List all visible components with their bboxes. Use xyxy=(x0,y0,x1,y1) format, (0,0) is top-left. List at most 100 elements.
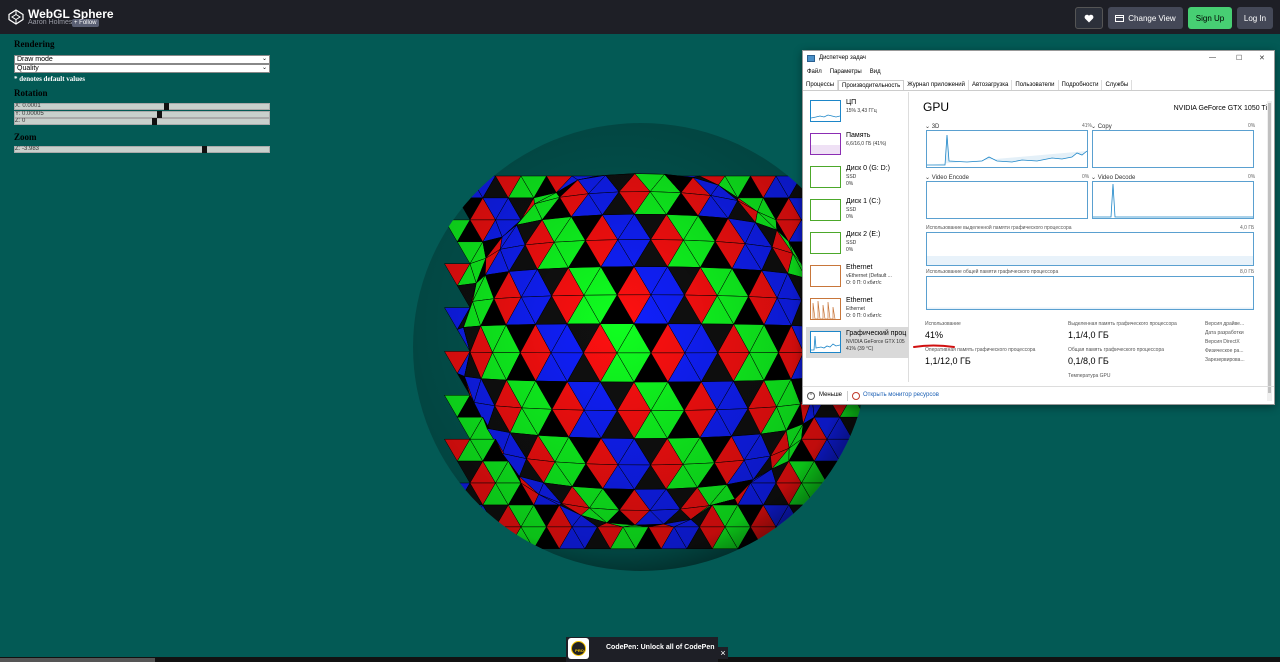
draw-mode-select[interactable]: Draw mode ⌄ xyxy=(14,55,270,64)
menu-file[interactable]: Файл xyxy=(807,69,822,75)
fewer-details-link[interactable]: Меньше xyxy=(819,392,842,398)
sphere-facet xyxy=(482,526,509,550)
resource-disk-2[interactable]: Диск 2 (E:) SSD 0% xyxy=(806,228,909,259)
slider-thumb[interactable] xyxy=(152,118,157,125)
resource-name: Диск 2 (E:) xyxy=(846,231,881,238)
menu-view[interactable]: Вид xyxy=(870,69,881,75)
scrollbar-thumb[interactable] xyxy=(1268,103,1271,393)
sphere-facet xyxy=(826,526,853,550)
sphere-facet xyxy=(788,526,815,550)
sphere-facet xyxy=(852,460,869,484)
resource-detail: SSD xyxy=(846,207,857,213)
codepen-header: WebGL Sphere Aaron Holmes + Follow Chang… xyxy=(0,0,1280,34)
tab-app-history[interactable]: Журнал приложений xyxy=(904,80,969,90)
pro-promo-banner[interactable]: PRO CodePen: Unlock all of CodePen xyxy=(566,637,718,662)
graph-label-video-encode[interactable]: ⌄ Video Encode xyxy=(925,174,969,181)
slider-thumb[interactable] xyxy=(157,111,162,118)
dedicated-mem-graph xyxy=(926,232,1254,266)
graph-label-copy[interactable]: ⌄ Copy xyxy=(1091,123,1112,130)
close-icon[interactable]: ✕ xyxy=(1259,54,1265,62)
resource-detail: SSD xyxy=(846,240,857,246)
shared-mem-label: Общая память графического процессора xyxy=(1068,347,1165,353)
slider-thumb[interactable] xyxy=(164,103,169,110)
sphere-facet xyxy=(444,175,471,199)
minimize-icon[interactable]: — xyxy=(1209,54,1216,61)
graph-pct-copy: 0% xyxy=(1248,123,1256,129)
login-label: Log In xyxy=(1243,13,1267,23)
rotation-z-label: Z: 0 xyxy=(15,118,26,124)
ethernet-mini-graph xyxy=(810,298,841,320)
tab-details[interactable]: Подробности xyxy=(1059,80,1103,90)
sphere-facet xyxy=(813,526,841,550)
quality-select[interactable]: Quality ⌄ xyxy=(14,64,270,73)
sphere-facet xyxy=(839,504,866,528)
gpu-title: GPU xyxy=(923,100,950,114)
resource-disk-1[interactable]: Диск 1 (C:) SSD 0% xyxy=(806,195,909,226)
resource-monitor-icon xyxy=(852,392,860,400)
zoom-slider[interactable]: Z: -3.983 xyxy=(14,146,270,153)
disk-mini-graph xyxy=(810,166,841,188)
sphere-facet xyxy=(813,504,841,528)
chevron-up-icon[interactable]: ⌃ xyxy=(807,392,815,400)
rotation-x-slider[interactable]: X: 0.0001 xyxy=(14,103,270,110)
directx-version-label: Версия DirectX xyxy=(1205,339,1240,345)
chevron-down-icon: ⌄ xyxy=(261,65,267,71)
resource-detail: 15% 3,43 ГГц xyxy=(846,108,877,114)
like-button[interactable] xyxy=(1075,7,1103,29)
red-annotation-underline xyxy=(913,344,955,348)
tab-startup[interactable]: Автозагрузка xyxy=(969,80,1013,90)
resource-gpu[interactable]: Графический проц NVIDIA GeForce GTX 105 … xyxy=(806,327,909,358)
resource-name: Ethernet xyxy=(846,264,873,271)
dedicated-mem-label: Выделенная память графического процессор… xyxy=(1068,321,1177,327)
tab-performance[interactable]: Производительность xyxy=(838,80,905,90)
sphere-facet xyxy=(852,504,869,528)
graph-label-video-decode[interactable]: ⌄ Video Decode xyxy=(1091,174,1135,181)
physical-location-label: Физическое ра... xyxy=(1205,348,1244,354)
sphere-facet xyxy=(826,504,853,528)
resource-usage: 0% xyxy=(846,247,854,253)
tab-processes[interactable]: Процессы xyxy=(803,80,839,90)
tab-users[interactable]: Пользователи xyxy=(1012,80,1059,90)
zoom-label: Z: -3.983 xyxy=(15,146,40,152)
resource-memory[interactable]: Память 6,6/16,0 ГБ (41%) xyxy=(806,129,909,160)
scrollbar[interactable] xyxy=(1267,101,1272,401)
resource-usage: 41% (39 °C) xyxy=(846,346,874,352)
resource-disk-0[interactable]: Диск 0 (G: D:) SSD 0% xyxy=(806,162,909,193)
gpu-model: NVIDIA GeForce GTX 1050 Ti xyxy=(1173,105,1267,112)
default-values-note: * denotes default values xyxy=(14,75,85,83)
rotation-y-label: Y: 0.00005 xyxy=(15,111,44,117)
maximize-icon[interactable]: ☐ xyxy=(1236,54,1242,62)
tab-services[interactable]: Службы xyxy=(1102,80,1133,90)
pro-badge-icon: PRO xyxy=(568,638,589,659)
rotation-y-slider[interactable]: Y: 0.00005 xyxy=(14,111,270,118)
sphere-shading xyxy=(413,123,869,571)
resource-ethernet-virtual[interactable]: Ethernet vEthernet (Default ... О: 0 П: … xyxy=(806,261,909,292)
resource-name: Память xyxy=(846,132,871,139)
slider-thumb[interactable] xyxy=(202,146,207,153)
follow-button[interactable]: + Follow xyxy=(72,19,99,27)
login-button[interactable]: Log In xyxy=(1237,7,1273,29)
menu-options[interactable]: Параметры xyxy=(830,69,862,75)
change-view-button[interactable]: Change View xyxy=(1108,7,1183,29)
signup-button[interactable]: Sign Up xyxy=(1188,7,1232,29)
task-manager-icon xyxy=(807,55,815,62)
promo-text: CodePen: Unlock all of CodePen xyxy=(606,644,715,651)
codepen-logo-icon[interactable] xyxy=(8,9,24,25)
layout-icon xyxy=(1115,14,1125,22)
resource-usage: О: 0 П: 0 кбит/с xyxy=(846,313,882,319)
close-promo-icon[interactable]: × xyxy=(718,647,728,659)
zoom-heading: Zoom xyxy=(14,132,37,142)
graph-label-3d[interactable]: ⌄ 3D xyxy=(925,123,939,130)
gpu-details-panel: GPU NVIDIA GeForce GTX 1050 Ti ⌄ 3D 41% … xyxy=(917,92,1269,392)
resource-cpu[interactable]: ЦП 15% 3,43 ГГц xyxy=(806,96,909,127)
quality-value: Quality xyxy=(17,65,39,72)
rotation-x-label: X: 0.0001 xyxy=(15,103,41,109)
resource-ethernet[interactable]: Ethernet Ethernet О: 0 П: 0 кбит/с xyxy=(806,294,909,325)
task-manager-window[interactable]: Диспетчер задач — ☐ ✕ Файл Параметры Вид… xyxy=(802,50,1275,405)
open-resource-monitor-link[interactable]: Открыть монитор ресурсов xyxy=(863,392,939,398)
menu-bar: Файл Параметры Вид xyxy=(807,69,881,75)
author-name[interactable]: Aaron Holmes xyxy=(28,19,72,26)
title-bar[interactable]: Диспетчер задач — ☐ ✕ xyxy=(803,51,1274,67)
rotation-z-slider[interactable]: Z: 0 xyxy=(14,118,270,125)
horizontal-scrollbar[interactable] xyxy=(0,658,155,662)
